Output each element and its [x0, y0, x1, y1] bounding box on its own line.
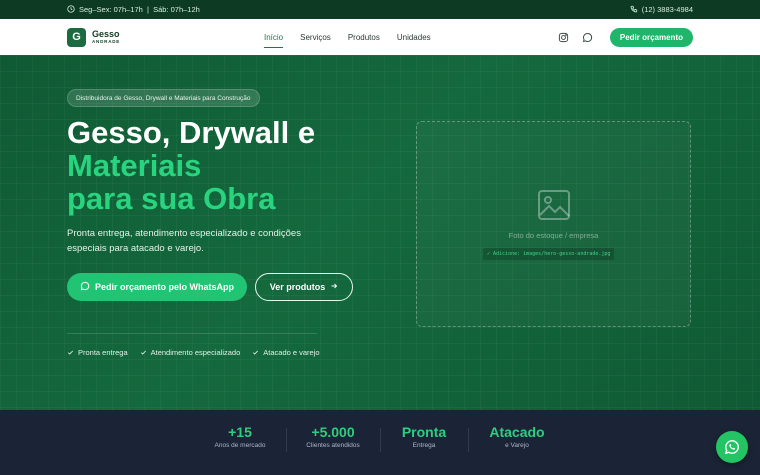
- stat-separator: [468, 428, 469, 452]
- chat-icon[interactable]: [582, 31, 594, 43]
- top-info-bar: Seg–Sex: 07h–17h | Sáb: 07h–12h (12) 388…: [0, 0, 760, 19]
- stat-item: Pronta Entrega: [394, 424, 454, 449]
- logo[interactable]: G Gesso ANDRADE: [67, 27, 121, 47]
- hero-badge: Distribuidora de Gesso, Drywall e Materi…: [67, 89, 260, 107]
- nav-item-unidades[interactable]: Unidades: [397, 19, 431, 55]
- hero-photo-placeholder: Foto do estoque / empresa ✓ Adicione: im…: [416, 121, 691, 327]
- stat-value: +5.000: [311, 424, 355, 440]
- brand-subname: ANDRADE: [92, 38, 121, 44]
- feature-item: Pronta entrega: [67, 348, 128, 357]
- hero-title-line1: Gesso, Drywall e: [67, 115, 316, 150]
- stat-separator: [286, 428, 287, 452]
- hero-lead: Pronta entrega, atendimento especializad…: [67, 228, 301, 254]
- check-icon: [140, 350, 146, 355]
- stat-item: +15 Anos de mercado: [210, 424, 270, 449]
- phone-text[interactable]: (12) 3883-4984: [642, 5, 693, 14]
- hero-title: Gesso, Drywall e Materiais para sua Obra: [67, 116, 315, 215]
- check-icon: [68, 350, 74, 355]
- logo-text: Gesso ANDRADE: [92, 28, 121, 45]
- view-products-label: Ver produtos: [269, 282, 326, 292]
- feature-label: Pronta entrega: [78, 348, 128, 357]
- stat-value: Atacado: [489, 424, 545, 440]
- check-icon: [253, 350, 259, 355]
- feature-item: Atacado e varejo: [252, 348, 320, 357]
- stat-item: +5.000 Clientes atendidos: [298, 424, 368, 449]
- main-navbar: G Gesso ANDRADE Início Serviços Produtos…: [0, 19, 760, 55]
- arrow-right-icon: [330, 282, 338, 292]
- nav-menu: Início Serviços Produtos Unidades: [264, 19, 431, 55]
- whatsapp-quote-button[interactable]: Pedir orçamento pelo WhatsApp: [67, 273, 247, 301]
- phone-icon: [630, 5, 638, 15]
- logo-mark: G: [67, 27, 86, 47]
- stat-label: Anos de mercado: [214, 442, 266, 449]
- clock-icon: [67, 4, 75, 15]
- chat-icon: [80, 281, 90, 293]
- view-products-button[interactable]: Ver produtos: [255, 273, 353, 301]
- hero-divider: [67, 333, 317, 334]
- instagram-icon[interactable]: [558, 31, 570, 43]
- hero-features: Pronta entrega Atendimento especializado…: [67, 348, 320, 357]
- whatsapp-quote-label: Pedir orçamento pelo WhatsApp: [94, 282, 235, 292]
- stat-label: e Varejo: [505, 442, 529, 449]
- hours-text: Seg–Sex: 07h–17h | Sáb: 07h–12h: [79, 5, 200, 14]
- stat-value: Pronta: [401, 424, 447, 440]
- hero-section: Distribuidora de Gesso, Drywall e Materi…: [0, 55, 760, 412]
- hero-title-accent1: Materiais: [67, 148, 202, 183]
- hero-title-accent2: para sua Obra: [67, 181, 276, 216]
- stats-bar: +15 Anos de mercado +5.000 Clientes aten…: [0, 410, 760, 475]
- stat-value: +15: [228, 424, 252, 440]
- stat-label: Clientes atendidos: [306, 442, 360, 449]
- stat-separator: [380, 428, 381, 452]
- feature-label: Atendimento especializado: [150, 348, 241, 357]
- whatsapp-float-button[interactable]: [716, 431, 748, 463]
- brand-name: Gesso: [92, 28, 120, 39]
- photo-path-hint: ✓ Adicione: images/hero-gesso-andrade.jp…: [483, 248, 615, 260]
- image-icon: [538, 190, 570, 220]
- hours-info: Seg–Sex: 07h–17h | Sáb: 07h–12h: [67, 4, 200, 15]
- nav-item-produtos[interactable]: Produtos: [348, 19, 380, 55]
- feature-label: Atacado e varejo: [263, 348, 320, 357]
- request-quote-button[interactable]: Pedir orçamento: [609, 27, 693, 47]
- stat-label: Entrega: [412, 442, 436, 449]
- nav-actions: Pedir orçamento: [558, 19, 693, 55]
- nav-item-servicos[interactable]: Serviços: [300, 19, 331, 55]
- photo-caption: Foto do estoque / empresa: [508, 231, 599, 240]
- feature-item: Atendimento especializado: [140, 348, 241, 357]
- nav-item-inicio[interactable]: Início: [264, 19, 284, 55]
- stat-item: Atacado e Varejo: [482, 424, 552, 449]
- whatsapp-icon: [724, 440, 740, 455]
- phone-info[interactable]: (12) 3883-4984: [630, 5, 693, 15]
